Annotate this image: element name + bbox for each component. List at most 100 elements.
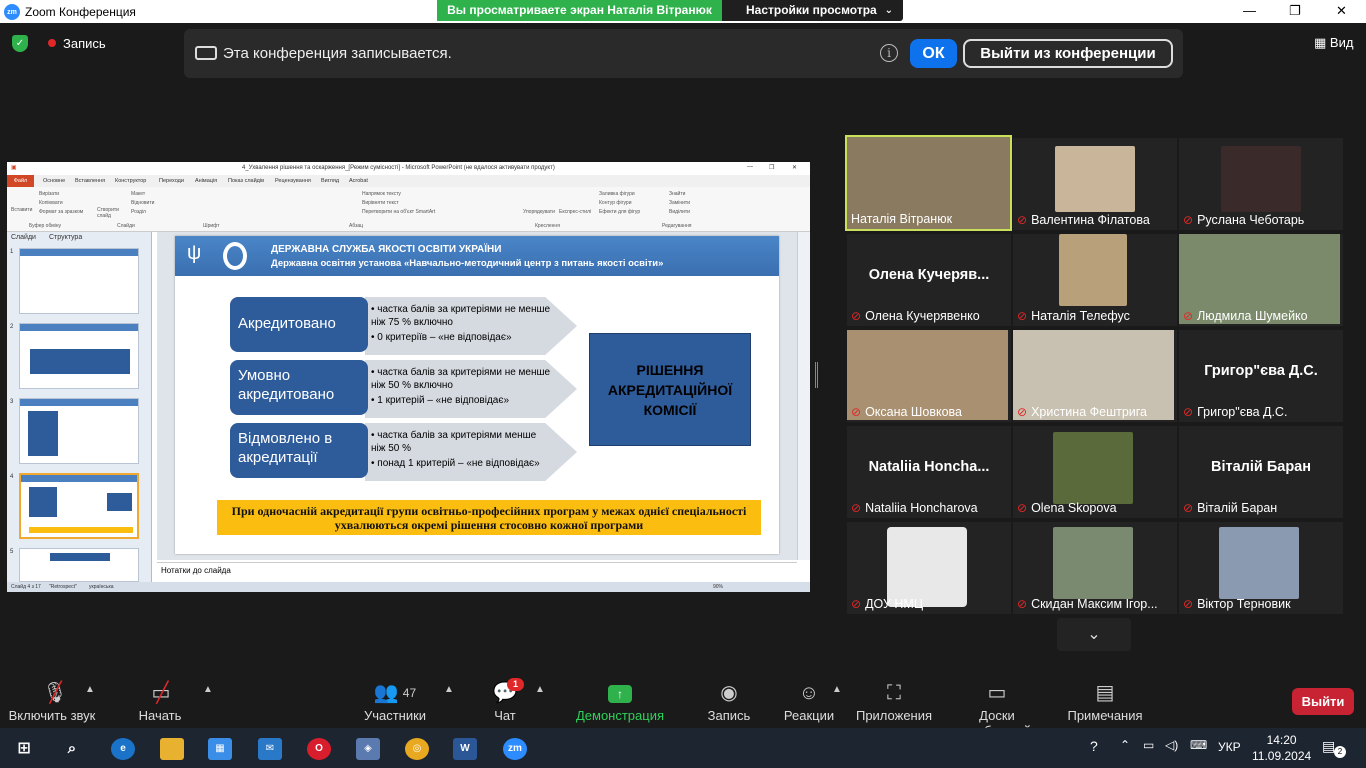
video-options-caret[interactable]: ▲ xyxy=(203,684,213,695)
ribbon-item: Вирізати xyxy=(39,191,60,197)
bullet-text: частка балів за критеріями менше ніж 50 … xyxy=(371,430,537,454)
unmute-button[interactable]: 🎙╱ Включить звук xyxy=(8,678,96,723)
unmute-label: Включить звук xyxy=(8,708,96,723)
apps-label: Приложения xyxy=(855,708,933,723)
app-icon[interactable]: ◈ xyxy=(356,738,380,760)
participant-tile[interactable]: Олена Кучеряв... ⊘ Олена Кучерявенко xyxy=(847,234,1011,326)
mail-icon[interactable]: ✉ xyxy=(258,738,282,760)
participant-tile[interactable]: Віталій Баран ⊘ Віталій Баран xyxy=(1179,426,1343,518)
participant-tile[interactable]: ⊘ Христина Фештрига xyxy=(1013,330,1177,422)
ribbon-item: Макет xyxy=(131,191,146,197)
participant-name: ⊘ Олена Кучерявенко xyxy=(851,309,980,323)
slide-notes[interactable]: Нотатки до слайда xyxy=(157,562,797,579)
muted-mic-icon: ⊘ xyxy=(1183,597,1194,611)
minimize-button[interactable]: — xyxy=(1243,3,1256,18)
participant-tile[interactable]: Наталія Вітранюк xyxy=(845,135,1012,231)
network-icon[interactable]: ▭ xyxy=(1143,738,1154,752)
info-icon[interactable]: i xyxy=(880,44,898,62)
notes-button[interactable]: ▤ Примечания xyxy=(1066,678,1144,723)
security-shield-icon[interactable]: ✓ xyxy=(12,35,28,52)
edge-icon[interactable]: e xyxy=(111,738,135,760)
participant-name-text: Віталій Баран xyxy=(1197,501,1278,515)
slide-scrollbar[interactable] xyxy=(797,232,810,560)
windows-start-icon[interactable]: ⊞ xyxy=(12,738,36,760)
participant-tile[interactable]: ⊘ Наталія Телефус xyxy=(1013,234,1177,326)
recording-label[interactable]: Запись xyxy=(63,36,106,51)
file-explorer-icon[interactable] xyxy=(160,738,184,760)
participant-tile[interactable]: ⊘ Людмила Шумейко xyxy=(1179,234,1343,326)
camera-icon xyxy=(195,46,217,60)
chrome-icon[interactable]: ◎ xyxy=(405,738,429,760)
splitter-handle[interactable] xyxy=(815,362,818,388)
ppt-ribbon-tabs: Основне Вставлення Конструктор Переходи … xyxy=(7,175,810,187)
record-button[interactable]: ◉ Запись xyxy=(704,678,754,723)
ime-icon[interactable]: ⌨ xyxy=(1190,738,1207,752)
volume-icon[interactable]: ◁) xyxy=(1165,738,1178,752)
word-icon[interactable]: W xyxy=(453,738,477,760)
store-icon[interactable]: ▦ xyxy=(208,738,232,760)
participant-tile[interactable]: ⊘ Оксана Шовкова xyxy=(847,330,1011,422)
participant-tile[interactable]: ⊘ Скидан Максим Ігор... xyxy=(1013,522,1177,614)
bullet: • 0 критеріїв – «не відповідає» xyxy=(371,332,512,343)
decision-box: РІШЕННЯ АКРЕДИТАЦІЙНОЇ КОМІСІЇ xyxy=(589,333,751,446)
maximize-button[interactable]: ❐ xyxy=(1289,3,1301,19)
ribbon-item: Вставити xyxy=(11,207,33,213)
view-options-button[interactable]: Настройки просмотра ⌄ xyxy=(722,0,903,21)
ribbon-group-label: Абзац xyxy=(349,223,364,229)
participant-tile[interactable]: Григор"єва Д.С. ⊘ Григор"єва Д.С. xyxy=(1179,330,1343,422)
participant-tile[interactable]: ⊘ ДОУ НМЦ xyxy=(847,522,1011,614)
participants-options-caret[interactable]: ▲ xyxy=(444,684,454,695)
ribbon-item: Вирівняти текст xyxy=(362,200,399,206)
ok-button[interactable]: ОК xyxy=(910,39,957,68)
muted-mic-icon: ⊘ xyxy=(1183,501,1194,515)
participant-tile[interactable]: Nataliia Honcha... ⊘ Nataliia Honcharova xyxy=(847,426,1011,518)
participant-name: Наталія Вітранюк xyxy=(851,212,952,226)
participant-name: ⊘ Руслана Чеботарь xyxy=(1183,213,1304,227)
participant-tile[interactable]: ⊘ Руслана Чеботарь xyxy=(1179,138,1343,230)
ppt-tab: Вставлення xyxy=(75,178,106,184)
help-icon[interactable]: ? xyxy=(1090,738,1098,754)
opera-icon[interactable]: O xyxy=(307,738,331,760)
language-indicator[interactable]: УКР xyxy=(1218,740,1241,754)
leave-button[interactable]: Выйти xyxy=(1292,688,1354,715)
ribbon-item: Знайти xyxy=(669,191,686,197)
gallery-next-page-button[interactable]: ⌄ xyxy=(1057,618,1131,651)
close-button[interactable]: ✕ xyxy=(1336,3,1347,19)
view-button[interactable]: ▦ Вид xyxy=(1314,35,1353,51)
reactions-button[interactable]: ☺ Реакции xyxy=(782,678,836,723)
leave-meeting-button[interactable]: Выйти из конференции xyxy=(963,39,1173,68)
search-icon[interactable]: ⌕ xyxy=(60,738,84,760)
participant-name-text: Наталія Вітранюк xyxy=(851,212,953,226)
bullet: • 1 критерій – «не відповідає» xyxy=(371,395,510,406)
ppt-tab: Acrobat xyxy=(349,178,368,184)
slide-thumbnail xyxy=(19,548,139,582)
chat-options-caret[interactable]: ▲ xyxy=(535,684,545,695)
video-off-icon: ▭╱ xyxy=(151,682,171,704)
participant-tile[interactable]: ⊘ Віктор Терновик xyxy=(1179,522,1343,614)
chevron-down-icon: ⌄ xyxy=(884,5,893,16)
tray-chevron-icon[interactable]: ⌃ xyxy=(1120,738,1130,752)
participant-name-text: Руслана Чеботарь xyxy=(1197,213,1305,227)
participant-name-text: Людмила Шумейко xyxy=(1197,309,1308,323)
participants-button[interactable]: 👥 47 Участники xyxy=(362,678,428,723)
participant-display-name: Nataliia Honcha... xyxy=(868,459,990,475)
participant-tile[interactable]: ⊘ Валентина Філатова xyxy=(1013,138,1177,230)
bullet: • частка балів за критеріями не менше ні… xyxy=(371,367,551,391)
slide: ψ ДЕРЖАВНА СЛУЖБА ЯКОСТІ ОСВІТИ УКРАЇНИ … xyxy=(175,236,779,554)
nmc-logo-icon xyxy=(223,242,247,270)
muted-mic-icon: ⊘ xyxy=(1183,309,1194,323)
participant-photo xyxy=(1059,234,1127,306)
participant-name-text: Nataliia Honcharova xyxy=(865,501,978,515)
organization-logo xyxy=(887,527,967,607)
apps-button[interactable]: ⛶ Приложения xyxy=(855,678,933,723)
participant-tile[interactable]: ⊘ Olena Skopova xyxy=(1013,426,1177,518)
taskbar-clock[interactable]: 14:20 11.09.2024 xyxy=(1252,732,1311,764)
reactions-options-caret[interactable]: ▲ xyxy=(832,684,842,695)
audio-options-caret[interactable]: ▲ xyxy=(85,684,95,695)
status-item: Слайд 4 з 17 xyxy=(11,584,41,590)
ribbon-item: Перетворити на об'єкт SmartArt xyxy=(362,209,436,215)
participant-name-text: ДОУ НМЦ xyxy=(865,597,924,611)
zoom-icon[interactable]: zm xyxy=(503,738,527,760)
participant-name-text: Григор"єва Д.С. xyxy=(1197,405,1288,419)
view-options-label: Настройки просмотра xyxy=(746,3,877,17)
